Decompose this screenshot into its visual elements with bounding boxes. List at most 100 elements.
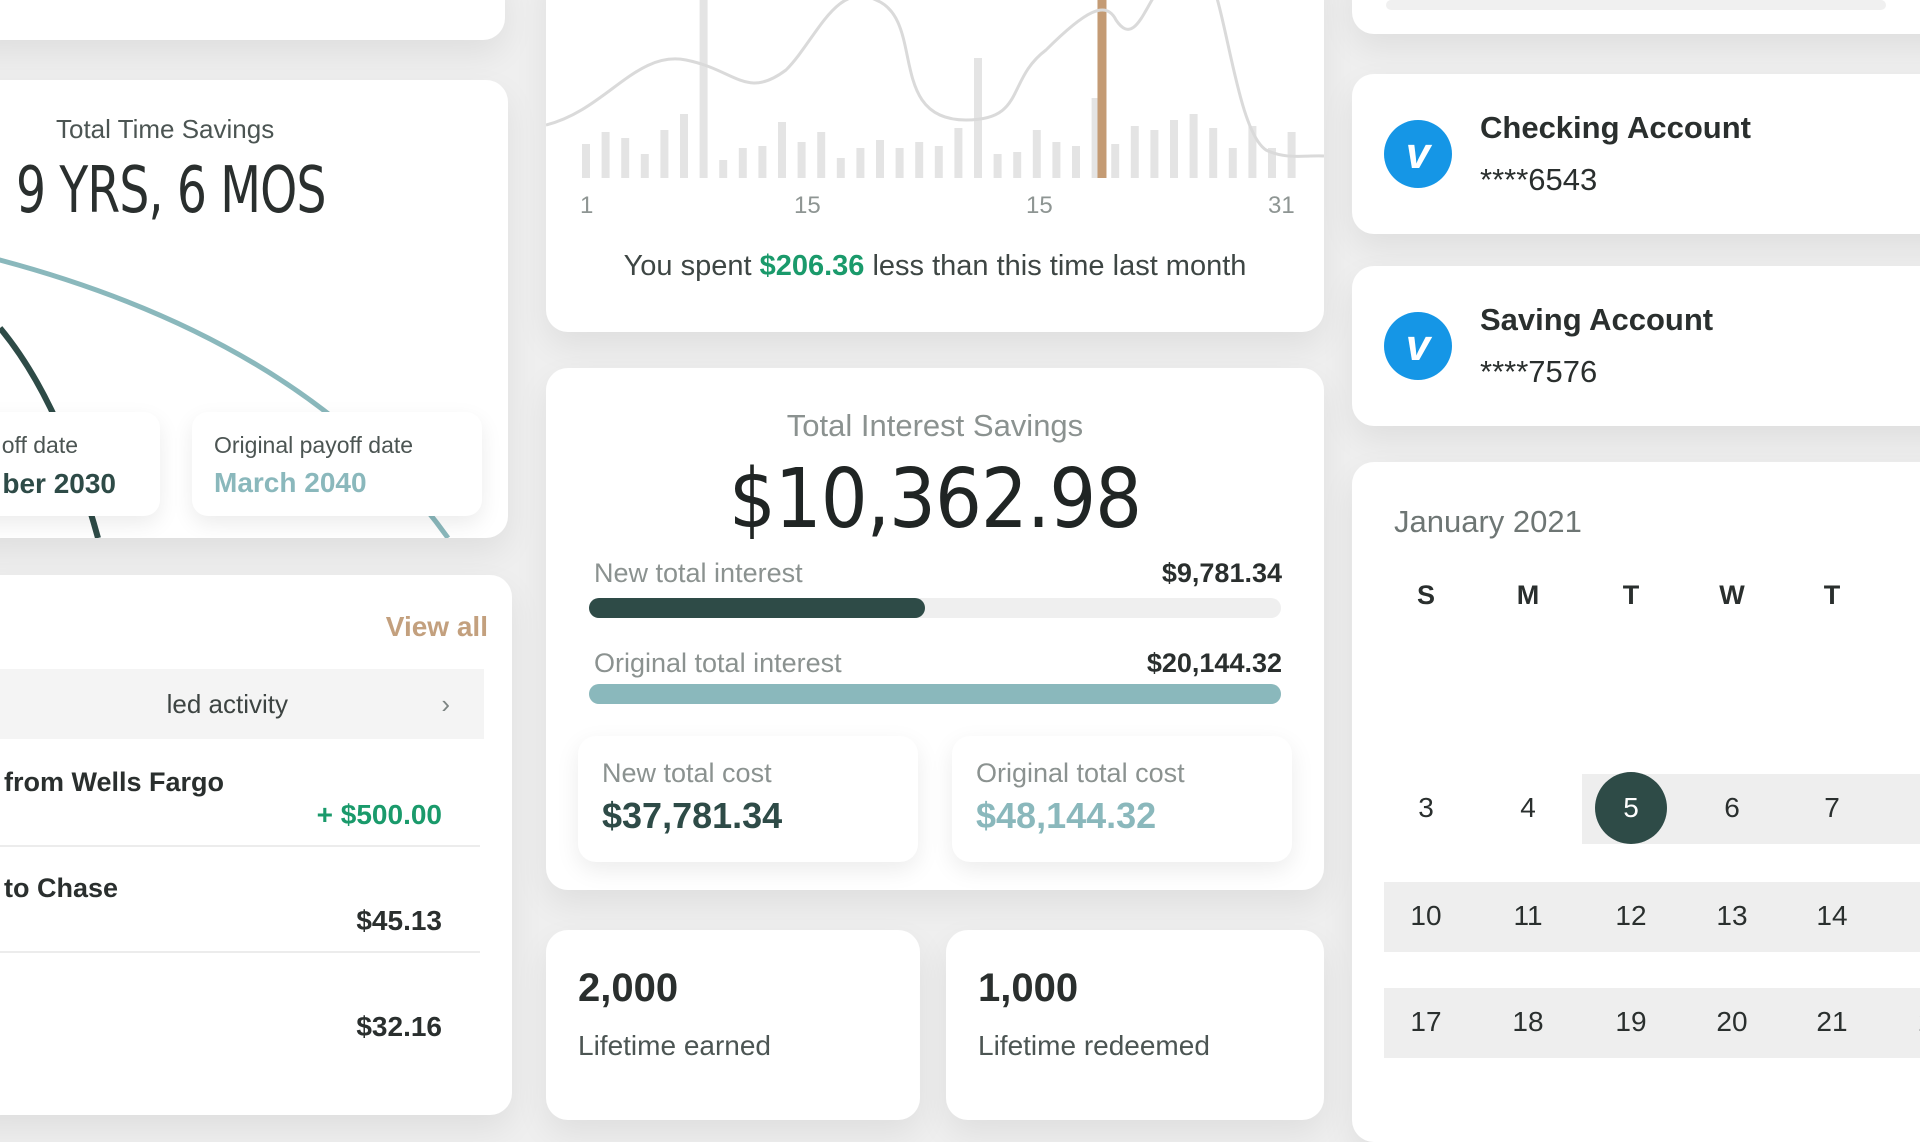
time-savings-title: Total Time Savings xyxy=(56,114,275,144)
calendar-day[interactable]: 4 xyxy=(1492,772,1564,844)
calendar-day[interactable]: 10 xyxy=(1390,880,1462,952)
calendar-day[interactable]: 18 xyxy=(1492,986,1564,1058)
chart-bar xyxy=(954,128,963,178)
transaction-amount: $45.13 xyxy=(356,905,442,936)
lifetime-earned-label: Lifetime earned xyxy=(578,1030,772,1061)
chart-bar xyxy=(582,144,590,178)
chart-bar xyxy=(1032,130,1041,178)
checking-account-card[interactable]: v Checking Account ****6543 xyxy=(1352,74,1920,234)
original-total-cost-label: Original total cost xyxy=(976,758,1185,788)
chart-bar xyxy=(1228,148,1237,178)
new-interest-value: $9,781.34 xyxy=(1161,558,1282,588)
view-all-link[interactable]: View all xyxy=(386,611,488,643)
transaction-name: from Wells Fargo xyxy=(4,767,225,797)
account-number: ****6543 xyxy=(1480,162,1598,197)
calendar-day[interactable]: 6 xyxy=(1696,772,1768,844)
new-interest-bar-fill xyxy=(589,598,926,618)
time-savings-card: Total Time Savings 9 YRS, 6 MOS off date… xyxy=(0,80,508,538)
calendar-day[interactable]: 15 xyxy=(1898,880,1920,952)
placeholder-line xyxy=(1386,0,1886,10)
original-payoff-label: Original payoff date xyxy=(214,432,414,458)
chart-highlight-bar xyxy=(1097,0,1107,178)
calendar-day[interactable]: 3 xyxy=(1390,772,1462,844)
lifetime-redeemed-label: Lifetime redeemed xyxy=(978,1030,1210,1061)
transaction-row[interactable]: to Chase $45.13 xyxy=(0,847,480,953)
chart-bar xyxy=(660,130,669,178)
original-total-cost-box: Original total cost $48,144.32 xyxy=(952,736,1292,862)
chart-bar xyxy=(817,132,826,178)
transaction-row[interactable]: $32.16 xyxy=(0,953,480,1059)
transaction-name: to Chase xyxy=(4,873,119,903)
scheduled-activity-row[interactable]: led activity › xyxy=(0,669,484,739)
spending-chart xyxy=(546,0,1324,178)
venmo-logo-icon: v xyxy=(1384,312,1452,380)
calendar-weekday-label: M xyxy=(1516,580,1540,610)
chart-bar xyxy=(1072,146,1080,178)
venmo-logo-icon: v xyxy=(1384,120,1452,188)
calendar-day[interactable]: 20 xyxy=(1696,986,1768,1058)
chevron-right-icon: › xyxy=(441,688,450,719)
original-interest-label: Original total interest xyxy=(594,648,842,678)
calendar-day[interactable]: 12 xyxy=(1595,880,1667,952)
new-total-cost-value: $37,781.34 xyxy=(602,795,783,836)
chart-bar xyxy=(1052,142,1061,178)
chart-bar xyxy=(915,142,924,178)
calendar-day-selected[interactable]: 5 xyxy=(1595,772,1667,844)
spending-text-after: less than this time last month xyxy=(864,250,1247,282)
new-payoff-box: off date ber 2030 xyxy=(0,412,160,516)
transaction-amount: + $500.00 xyxy=(316,799,442,830)
new-interest-label: New total interest xyxy=(594,558,803,588)
lifetime-redeemed-card: 1,000 Lifetime redeemed xyxy=(946,930,1324,1120)
original-interest-value: $20,144.32 xyxy=(1146,648,1282,678)
chart-bar xyxy=(719,160,728,178)
new-interest-bar xyxy=(589,598,1281,618)
chart-bar xyxy=(601,132,610,178)
chart-bar xyxy=(895,148,904,178)
calendar-day[interactable]: 1 xyxy=(1898,662,1920,734)
calendar-day[interactable]: 14 xyxy=(1796,880,1868,952)
calendar-day[interactable]: 8 xyxy=(1898,772,1920,844)
spending-text-before: You spent xyxy=(623,250,760,282)
chart-bar xyxy=(876,140,884,178)
lifetime-earned-card: 2,000 Lifetime earned xyxy=(546,930,920,1120)
chart-tick-label: 15 xyxy=(1026,192,1053,219)
chart-tick-label: 15 xyxy=(794,192,821,219)
chart-bar xyxy=(738,148,747,178)
original-payoff-box: Original payoff date March 2040 xyxy=(192,412,482,516)
new-total-cost-label: New total cost xyxy=(602,758,772,788)
original-total-cost-value: $48,144.32 xyxy=(976,795,1157,836)
account-number: ****7576 xyxy=(1480,354,1598,389)
calendar-weekday-label: S xyxy=(1416,580,1435,610)
chart-bar xyxy=(1150,130,1159,178)
calendar-day[interactable]: 7 xyxy=(1796,772,1868,844)
calendar-day[interactable]: 13 xyxy=(1696,880,1768,952)
calendar-weekday-label: T xyxy=(1622,580,1640,610)
transaction-row[interactable]: from Wells Fargo + $500.00 xyxy=(0,741,480,847)
account-name: Checking Account xyxy=(1480,110,1751,145)
calendar-day[interactable]: 11 xyxy=(1492,880,1564,952)
spending-difference-amount: $206.36 xyxy=(759,250,865,282)
chart-bar xyxy=(856,148,865,178)
lifetime-earned-value: 2,000 xyxy=(578,966,679,1010)
chart-bar xyxy=(778,122,786,178)
chart-bar xyxy=(1013,152,1022,178)
spending-chart-card: 1 15 15 31 You spent $206.36 less than t… xyxy=(546,0,1324,332)
calendar-month-title: January 2021 xyxy=(1394,504,1582,539)
calendar-weekday-label: T xyxy=(1823,580,1841,610)
original-interest-bar-fill xyxy=(589,684,1281,704)
chart-bar xyxy=(934,146,943,178)
top-right-card xyxy=(1352,0,1920,34)
calendar-day[interactable]: 19 xyxy=(1595,986,1667,1058)
chart-tick-label: 1 xyxy=(580,192,594,219)
chart-bar xyxy=(1170,120,1178,178)
calendar-day[interactable]: 22 xyxy=(1898,986,1920,1058)
saving-account-card[interactable]: v Saving Account ****7576 xyxy=(1352,266,1920,426)
new-payoff-label: off date xyxy=(1,432,78,458)
lifetime-redeemed-value: 1,000 xyxy=(978,966,1079,1010)
transaction-amount: $32.16 xyxy=(356,1011,442,1042)
calendar-day[interactable]: 17 xyxy=(1390,986,1462,1058)
calendar-day[interactable]: 21 xyxy=(1796,986,1868,1058)
chart-tick-label: 31 xyxy=(1268,192,1295,219)
chart-bar xyxy=(621,138,630,178)
chart-bar xyxy=(758,146,767,178)
